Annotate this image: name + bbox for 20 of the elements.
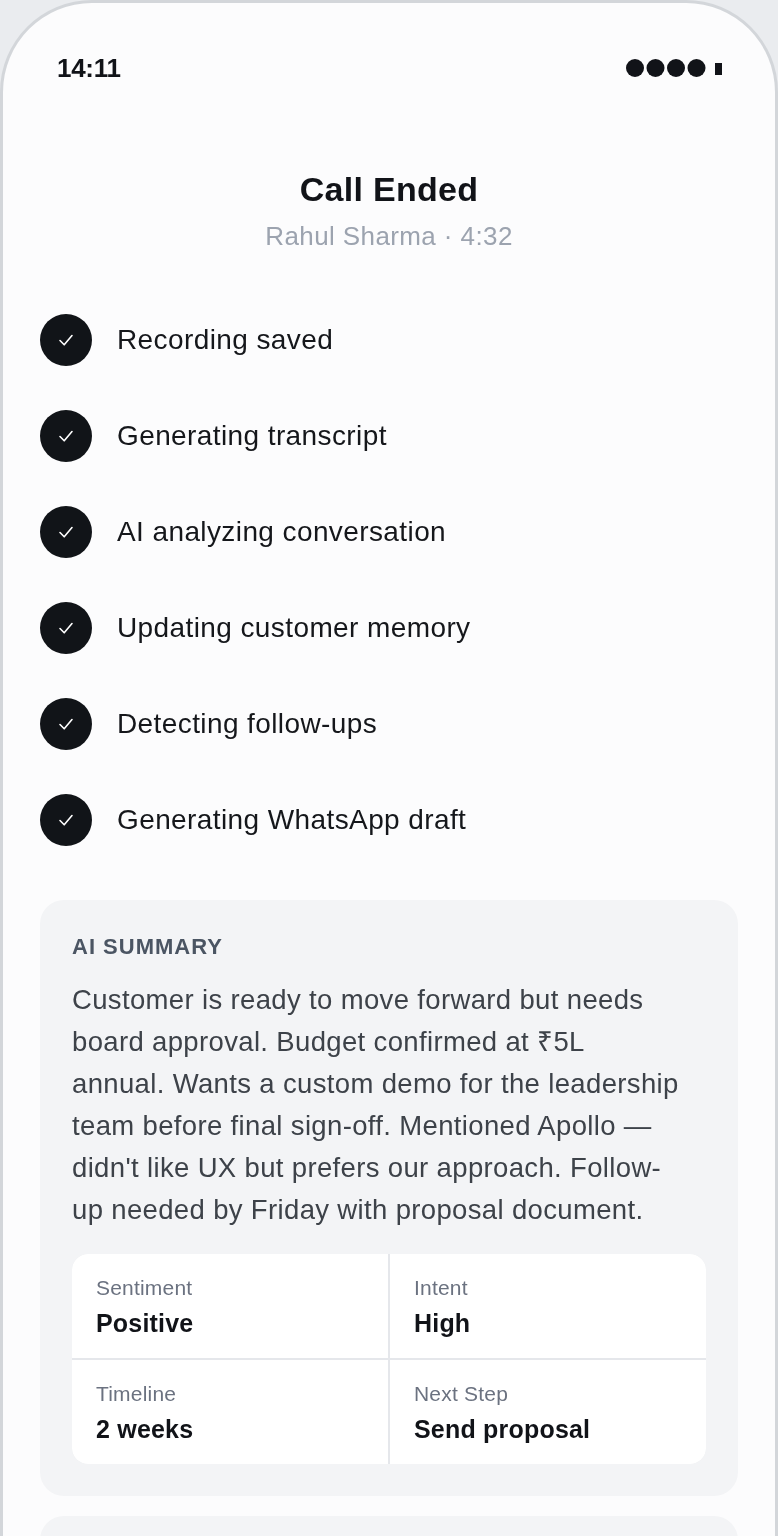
metric-label: Intent xyxy=(414,1275,469,1301)
step-label: AI analyzing conversation xyxy=(117,515,447,549)
signal-icon xyxy=(626,59,722,77)
summary-text: Customer is ready to move forward but needs board approval. Budget confirmed at ₹5L annual. Wants a custom demo for the leadership team before final sign-off. Mentioned Apollo — didn't like UX but prefers our approach. Follow-up needed by Friday with proposal document. xyxy=(72,983,680,1227)
metric-value: 2 weeks xyxy=(96,1414,195,1444)
metric-label: Sentiment xyxy=(96,1275,194,1301)
metric-label: Timeline xyxy=(96,1381,178,1407)
metric-value: Send proposal xyxy=(414,1414,592,1444)
step-label: Generating WhatsApp draft xyxy=(117,803,467,837)
call-subtitle: Rahul Sharma · 4:32 xyxy=(265,220,513,252)
step-label: Updating customer memory xyxy=(117,611,471,645)
metric-value: Positive xyxy=(96,1308,195,1338)
step-label: Detecting follow-ups xyxy=(117,707,378,741)
step-label: Recording saved xyxy=(117,323,334,357)
step-label: Generating transcript xyxy=(117,419,387,453)
metric-label: Next Step xyxy=(414,1381,509,1407)
status-time: 14:11 xyxy=(57,52,121,84)
summary-heading: AI SUMMARY xyxy=(72,933,224,961)
metric-value: High xyxy=(414,1308,472,1338)
screen-title: Call Ended xyxy=(299,169,479,209)
